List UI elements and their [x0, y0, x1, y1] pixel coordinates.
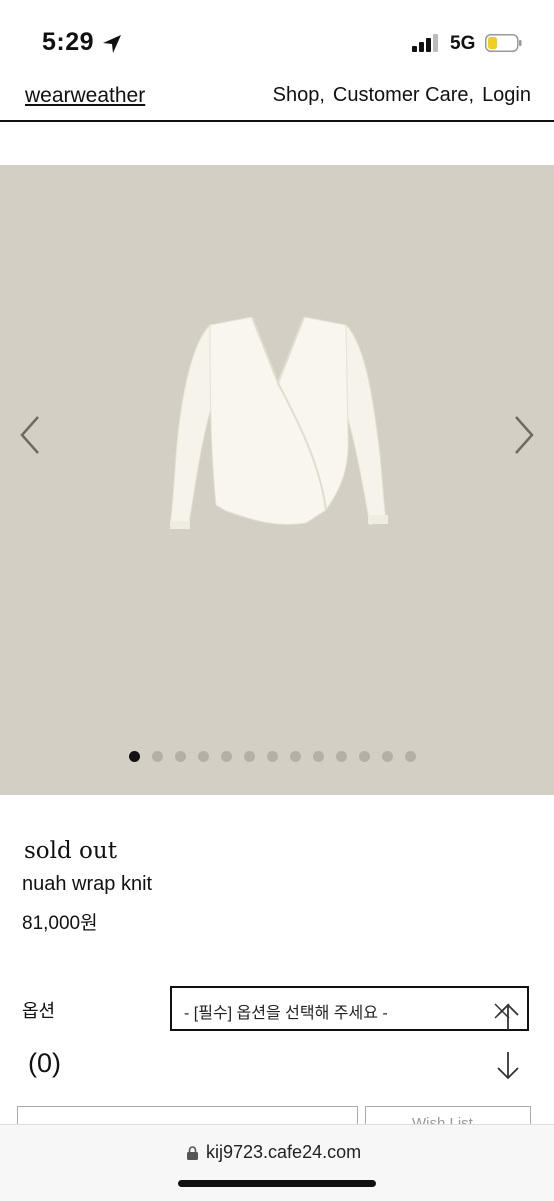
- status-time: 5:29: [42, 28, 95, 56]
- carousel-dot[interactable]: [267, 751, 278, 762]
- nav-customer-care-link[interactable]: Customer Care,: [333, 84, 474, 107]
- carousel-dot[interactable]: [198, 751, 209, 762]
- option-select[interactable]: - [필수] 옵션을 선택해 주세요 -: [170, 986, 529, 1031]
- option-label: 옵션: [22, 1001, 56, 1021]
- arrow-up-icon[interactable]: [496, 1002, 520, 1032]
- chevron-right-icon[interactable]: [508, 413, 540, 457]
- carousel-dot[interactable]: [129, 751, 140, 762]
- carousel-dot[interactable]: [313, 751, 324, 762]
- network-label: 5G: [450, 33, 476, 54]
- chevron-left-icon[interactable]: [14, 413, 46, 457]
- lock-icon: [187, 1146, 198, 1160]
- product-image: [169, 316, 388, 530]
- arrow-down-icon[interactable]: [496, 1050, 520, 1082]
- carousel-dot[interactable]: [175, 751, 186, 762]
- location-arrow-icon: [103, 35, 121, 53]
- battery-icon: [485, 34, 522, 52]
- carousel-dot[interactable]: [382, 751, 393, 762]
- browser-url-bar[interactable]: kij9723.cafe24.com: [0, 1124, 554, 1201]
- top-navigation: wearweather Shop, Customer Care, Login: [0, 78, 554, 122]
- url-text: kij9723.cafe24.com: [206, 1142, 362, 1162]
- option-select-value: - [필수] 옵션을 선택해 주세요 -: [184, 1005, 388, 1022]
- carousel-dot[interactable]: [244, 751, 255, 762]
- brand-logo-link[interactable]: wearweather: [25, 84, 145, 108]
- status-bar: 5:29 5G: [0, 0, 554, 70]
- product-name: nuah wrap knit: [22, 873, 153, 895]
- nav-login-link[interactable]: Login: [482, 84, 531, 107]
- product-image-carousel[interactable]: [0, 165, 554, 795]
- carousel-dot[interactable]: [336, 751, 347, 762]
- nav-shop-link[interactable]: Shop,: [273, 84, 325, 107]
- product-price: 81,000원: [22, 913, 98, 934]
- carousel-dot[interactable]: [405, 751, 416, 762]
- nav-links: Shop, Customer Care, Login: [273, 84, 531, 107]
- signal-icon: [412, 34, 438, 52]
- sold-out-label: sold out: [24, 838, 117, 864]
- carousel-pagination: [129, 751, 416, 762]
- quantity-count: (0): [28, 1048, 61, 1078]
- carousel-dot[interactable]: [221, 751, 232, 762]
- home-indicator: [178, 1180, 376, 1187]
- carousel-dot[interactable]: [359, 751, 370, 762]
- carousel-dot[interactable]: [290, 751, 301, 762]
- carousel-dot[interactable]: [152, 751, 163, 762]
